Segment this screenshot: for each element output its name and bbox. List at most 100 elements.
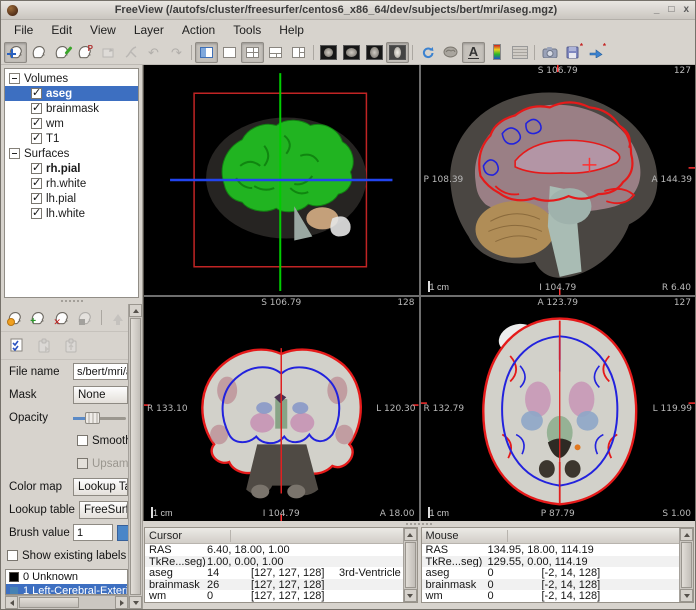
checkbox-checked-icon[interactable] (31, 88, 42, 99)
layout-2x2-button[interactable] (241, 42, 264, 63)
colorbar-button[interactable] (485, 42, 508, 63)
toggle-panel-button[interactable] (195, 42, 218, 63)
tree-item-wm[interactable]: wm (5, 116, 138, 131)
file-name-input[interactable]: s/bert/mri/a (73, 363, 128, 380)
menu-action[interactable]: Action (173, 21, 224, 39)
scroll-down-button[interactable] (404, 589, 417, 602)
lookup-table-select[interactable]: FreeSurferC (79, 501, 128, 519)
tree-section-surfaces[interactable]: Surfaces (5, 146, 138, 161)
load-volume-button[interactable] (5, 306, 25, 329)
cursor-table-scrollbar[interactable] (403, 528, 417, 602)
scroll-up-button[interactable] (680, 528, 693, 541)
tree-item-aseg[interactable]: aseg (5, 86, 138, 101)
close-volume-button[interactable]: ✕ (51, 306, 71, 329)
close-button[interactable]: x (683, 5, 689, 15)
cursor-table-header[interactable]: Cursor (145, 528, 403, 544)
menu-edit[interactable]: Edit (42, 21, 81, 39)
vertical-scrollbar[interactable] (128, 304, 142, 609)
coronal-view-button[interactable] (340, 42, 363, 63)
color-map-select[interactable]: Lookup Tab (73, 478, 128, 496)
collapse-icon[interactable] (9, 73, 20, 84)
tree-item-lh-pial[interactable]: lh.pial (5, 191, 138, 206)
new-volume-button[interactable]: + (28, 306, 48, 329)
refresh-button[interactable] (416, 42, 439, 63)
goto-point-button[interactable]: * (584, 42, 607, 63)
slider-knob[interactable] (85, 412, 100, 424)
scroll-right-button[interactable] (115, 596, 128, 609)
checkbox-checked-icon[interactable] (31, 178, 42, 189)
mouse-table-scrollbar[interactable] (679, 528, 693, 602)
scroll-up-button[interactable] (404, 528, 417, 541)
tree-item-brainmask[interactable]: brainmask (5, 101, 138, 116)
menu-view[interactable]: View (81, 21, 125, 39)
checkbox-checked-icon[interactable] (31, 103, 42, 114)
menu-help[interactable]: Help (270, 21, 313, 39)
mask-select[interactable]: None (73, 386, 128, 404)
show-labels-checkbox[interactable] (7, 550, 18, 561)
scroll-down-button[interactable] (680, 589, 693, 602)
scrollbar-thumb[interactable] (681, 542, 692, 588)
layout-1x1-button[interactable] (218, 42, 241, 63)
opacity-slider[interactable] (73, 409, 128, 427)
menu-layer[interactable]: Layer (125, 21, 173, 39)
minimize-button[interactable]: _ (654, 5, 660, 15)
move-layer-up-button (108, 306, 128, 329)
show-all-labels-button[interactable] (5, 334, 29, 357)
brush-color-swatch[interactable] (117, 525, 128, 541)
copy-settings-button (59, 334, 83, 357)
axis-label-superior: S 106.79 (538, 66, 578, 76)
layout-1x3-button[interactable] (264, 42, 287, 63)
title-bar[interactable]: FreeView (/autofs/cluster/freesurfer/cen… (1, 1, 695, 20)
menu-tools[interactable]: Tools (224, 21, 270, 39)
view-3d[interactable] (144, 65, 419, 295)
axis-label-posterior: P 87.79 (541, 509, 575, 519)
checkbox-checked-icon[interactable] (31, 163, 42, 174)
measure-tool-button[interactable] (27, 42, 50, 63)
scrollbar-thumb[interactable] (405, 542, 416, 588)
screenshot-button[interactable] (538, 42, 561, 63)
axis-label-corner: R 6.40 (662, 283, 691, 293)
view-axial[interactable]: A 123.79 127 R 132.79 L 119.99 P 87.79 S… (421, 297, 696, 521)
segmentation-label-list[interactable]: 0 Unknown 1 Left-Cerebral-Exterio 2 Left… (5, 569, 128, 595)
tree-item-t1[interactable]: T1 (5, 131, 138, 146)
checkbox-checked-icon[interactable] (31, 208, 42, 219)
voxel-edit-button[interactable] (50, 42, 73, 63)
layer-tree[interactable]: Volumes aseg brainmask wm T1 (4, 68, 139, 298)
maximize-button[interactable]: □ (668, 5, 674, 15)
horizontal-scrollbar[interactable] (5, 595, 128, 609)
scroll-up-button[interactable] (129, 304, 142, 317)
annotation-button[interactable]: A (462, 42, 485, 63)
scroll-down-button[interactable] (129, 596, 142, 609)
checkbox-checked-icon[interactable] (31, 118, 42, 129)
save-screenshot-button[interactable]: * (561, 42, 584, 63)
view-sagittal[interactable]: S 106.79 127 P 108.39 A 144.39 I 104.79 … (421, 65, 696, 295)
sagittal-view-button[interactable] (317, 42, 340, 63)
tree-item-lh-white[interactable]: lh.white (5, 206, 138, 221)
tree-section-volumes[interactable]: Volumes (5, 71, 138, 86)
view-coronal[interactable]: S 106.79 128 R 133.10 L 120.30 I 104.79 … (144, 297, 419, 521)
layout-1x3-side-button[interactable] (287, 42, 310, 63)
collapse-icon[interactable] (9, 148, 20, 159)
tree-item-rh-pial[interactable]: rh.pial (5, 161, 138, 176)
scrollbar-thumb[interactable] (130, 318, 141, 595)
checkbox-checked-icon[interactable] (31, 193, 42, 204)
smooth-display-row: Smooth d (1, 429, 128, 452)
brush-value-input[interactable]: 1 (73, 524, 113, 541)
navigate-tool-button[interactable] (4, 42, 27, 63)
menu-file[interactable]: File (5, 21, 42, 39)
view-3d-button[interactable] (386, 42, 409, 63)
table-row: brainmask26[127, 127, 128] (145, 579, 403, 591)
axial-view-button[interactable] (363, 42, 386, 63)
smooth-checkbox[interactable] (77, 435, 88, 446)
mouse-table-header[interactable]: Mouse (422, 528, 680, 544)
pointset-edit-button[interactable]: P (73, 42, 96, 63)
tree-item-rh-white[interactable]: rh.white (5, 176, 138, 191)
checkbox-checked-icon[interactable] (31, 133, 42, 144)
scrollbar-thumb[interactable] (19, 597, 79, 608)
label-list-item[interactable]: 0 Unknown (6, 570, 127, 584)
file-name-row: File name s/bert/mri/a (1, 360, 128, 383)
label-list-item-selected[interactable]: 1 Left-Cerebral-Exterio (6, 584, 127, 595)
histogram-button[interactable] (508, 42, 531, 63)
surface-button[interactable] (439, 42, 462, 63)
scroll-left-button[interactable] (5, 596, 18, 609)
